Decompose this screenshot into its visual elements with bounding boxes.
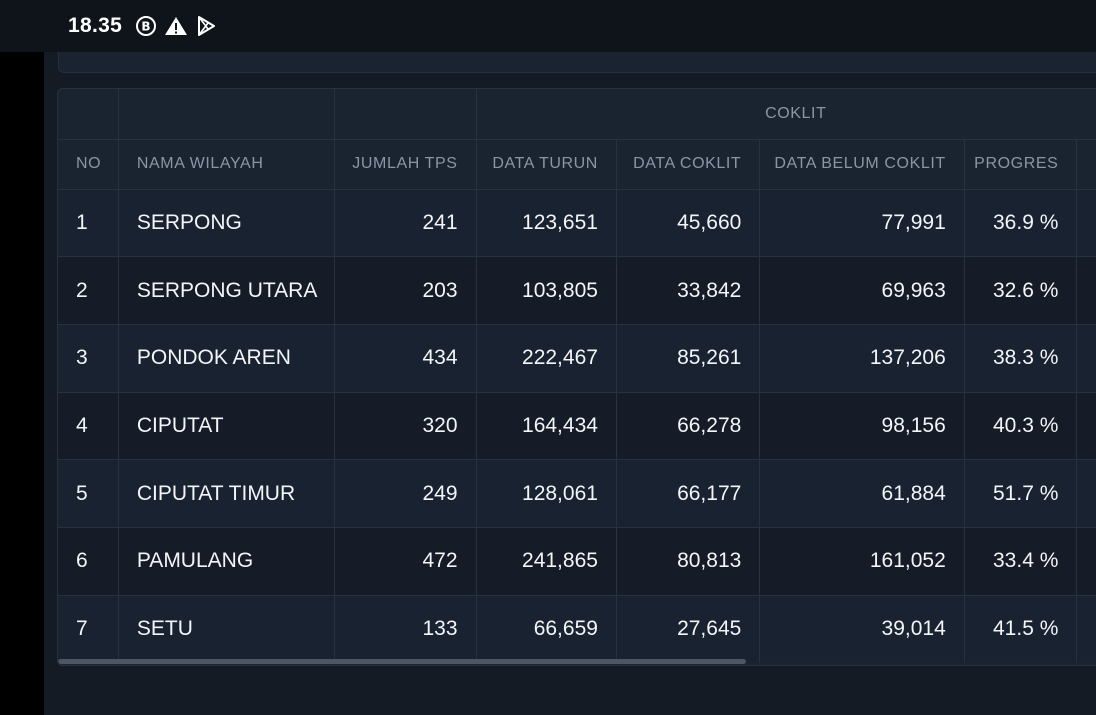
cell-data-turun: 241,865 bbox=[476, 526, 617, 596]
cell-progres: 33.4 % bbox=[964, 526, 1078, 596]
cell-overflow bbox=[1076, 526, 1096, 596]
b-circle-icon: B bbox=[134, 14, 158, 38]
column-header-progres[interactable]: PROGRES bbox=[964, 138, 1078, 189]
play-store-icon bbox=[194, 14, 218, 38]
column-header-no[interactable]: NO bbox=[58, 138, 119, 189]
cell-progres: 51.7 % bbox=[964, 459, 1078, 528]
cell-overflow bbox=[1076, 323, 1096, 393]
table-row[interactable]: 2 SERPONG UTARA 203 103,805 33,842 69,96… bbox=[58, 256, 1096, 325]
column-header-data-coklit[interactable]: DATA COKLIT bbox=[616, 138, 761, 189]
cell-no: 4 bbox=[58, 391, 119, 460]
cell-no: 7 bbox=[58, 594, 119, 663]
cell-no: 2 bbox=[58, 256, 119, 325]
table-row[interactable]: 3 PONDOK AREN 434 222,467 85,261 137,206… bbox=[58, 323, 1096, 393]
cell-progres: 41.5 % bbox=[964, 594, 1078, 663]
cell-jumlah-tps: 249 bbox=[334, 459, 477, 528]
cell-progres: 40.3 % bbox=[964, 391, 1078, 460]
cell-nama-wilayah: SERPONG UTARA bbox=[118, 256, 336, 325]
header-spacer bbox=[334, 89, 477, 139]
cell-data-coklit: 80,813 bbox=[616, 526, 761, 596]
cell-data-turun: 128,061 bbox=[476, 459, 617, 528]
warning-icon bbox=[164, 14, 188, 38]
header-spacer bbox=[118, 89, 336, 139]
cell-data-turun: 103,805 bbox=[476, 256, 617, 325]
column-header-overflow bbox=[1076, 138, 1096, 189]
cell-no: 5 bbox=[58, 459, 119, 528]
status-bar: 18.35 B bbox=[0, 0, 1096, 52]
cell-no: 1 bbox=[58, 188, 119, 257]
coklit-table: COKLIT NO NAMA WILAYAH JUMLAH TPS DATA T… bbox=[58, 89, 1096, 663]
status-time: 18.35 bbox=[68, 14, 123, 37]
cell-progres: 32.6 % bbox=[964, 256, 1078, 325]
cell-data-turun: 123,651 bbox=[476, 188, 617, 257]
cell-jumlah-tps: 434 bbox=[334, 323, 477, 393]
cell-data-belum-coklit: 161,052 bbox=[759, 526, 965, 596]
table-body: 1 SERPONG 241 123,651 45,660 77,991 36.9… bbox=[58, 188, 1096, 663]
cell-jumlah-tps: 320 bbox=[334, 391, 477, 460]
cell-data-belum-coklit: 39,014 bbox=[759, 594, 965, 663]
column-header-jumlah-tps[interactable]: JUMLAH TPS bbox=[334, 138, 477, 189]
cell-nama-wilayah: PAMULANG bbox=[118, 526, 336, 596]
cell-no: 6 bbox=[58, 526, 119, 596]
cell-jumlah-tps: 203 bbox=[334, 256, 477, 325]
cell-jumlah-tps: 133 bbox=[334, 594, 477, 663]
cell-data-coklit: 33,842 bbox=[616, 256, 761, 325]
table-row[interactable]: 1 SERPONG 241 123,651 45,660 77,991 36.9… bbox=[58, 188, 1096, 257]
table-row[interactable]: 7 SETU 133 66,659 27,645 39,014 41.5 % bbox=[58, 594, 1096, 663]
cell-data-coklit: 85,261 bbox=[616, 323, 761, 393]
horizontal-scrollbar[interactable] bbox=[58, 659, 746, 664]
table-row[interactable]: 5 CIPUTAT TIMUR 249 128,061 66,177 61,88… bbox=[58, 459, 1096, 528]
cell-data-coklit: 66,278 bbox=[616, 391, 761, 460]
cell-data-turun: 222,467 bbox=[476, 323, 617, 393]
cell-overflow bbox=[1076, 188, 1096, 257]
cell-data-coklit: 45,660 bbox=[616, 188, 761, 257]
cell-overflow bbox=[1076, 459, 1096, 528]
table-row[interactable]: 4 CIPUTAT 320 164,434 66,278 98,156 40.3… bbox=[58, 391, 1096, 460]
summary-card bbox=[58, 52, 1096, 73]
cell-data-coklit: 66,177 bbox=[616, 459, 761, 528]
cell-data-belum-coklit: 98,156 bbox=[759, 391, 965, 460]
cell-progres: 36.9 % bbox=[964, 188, 1078, 257]
cell-nama-wilayah: CIPUTAT bbox=[118, 391, 336, 460]
cell-jumlah-tps: 241 bbox=[334, 188, 477, 257]
cell-data-belum-coklit: 61,884 bbox=[759, 459, 965, 528]
cell-data-belum-coklit: 77,991 bbox=[759, 188, 965, 257]
column-header-nama-wilayah[interactable]: NAMA WILAYAH bbox=[118, 138, 336, 189]
cell-nama-wilayah: CIPUTAT TIMUR bbox=[118, 459, 336, 528]
app-screen: COKLIT NO NAMA WILAYAH JUMLAH TPS DATA T… bbox=[44, 0, 1096, 715]
cell-progres: 38.3 % bbox=[964, 323, 1078, 393]
cell-data-coklit: 27,645 bbox=[616, 594, 761, 663]
cell-no: 3 bbox=[58, 323, 119, 393]
cell-data-turun: 66,659 bbox=[476, 594, 617, 663]
cell-nama-wilayah: PONDOK AREN bbox=[118, 323, 336, 393]
cell-overflow bbox=[1076, 594, 1096, 663]
left-edge bbox=[0, 0, 44, 715]
column-header-data-turun[interactable]: DATA TURUN bbox=[476, 138, 617, 189]
cell-data-belum-coklit: 69,963 bbox=[759, 256, 965, 325]
group-header-coklit: COKLIT bbox=[476, 89, 1096, 140]
coklit-table-container[interactable]: COKLIT NO NAMA WILAYAH JUMLAH TPS DATA T… bbox=[57, 88, 1096, 666]
header-spacer bbox=[58, 89, 119, 139]
column-header-data-belum-coklit[interactable]: DATA BELUM COKLIT bbox=[759, 138, 965, 189]
cell-nama-wilayah: SERPONG bbox=[118, 188, 336, 257]
cell-overflow bbox=[1076, 391, 1096, 460]
cell-overflow bbox=[1076, 256, 1096, 325]
cell-nama-wilayah: SETU bbox=[118, 594, 336, 663]
cell-data-turun: 164,434 bbox=[476, 391, 617, 460]
cell-jumlah-tps: 472 bbox=[334, 526, 477, 596]
table-row[interactable]: 6 PAMULANG 472 241,865 80,813 161,052 33… bbox=[58, 526, 1096, 596]
svg-text:B: B bbox=[141, 20, 150, 34]
cell-data-belum-coklit: 137,206 bbox=[759, 323, 965, 393]
